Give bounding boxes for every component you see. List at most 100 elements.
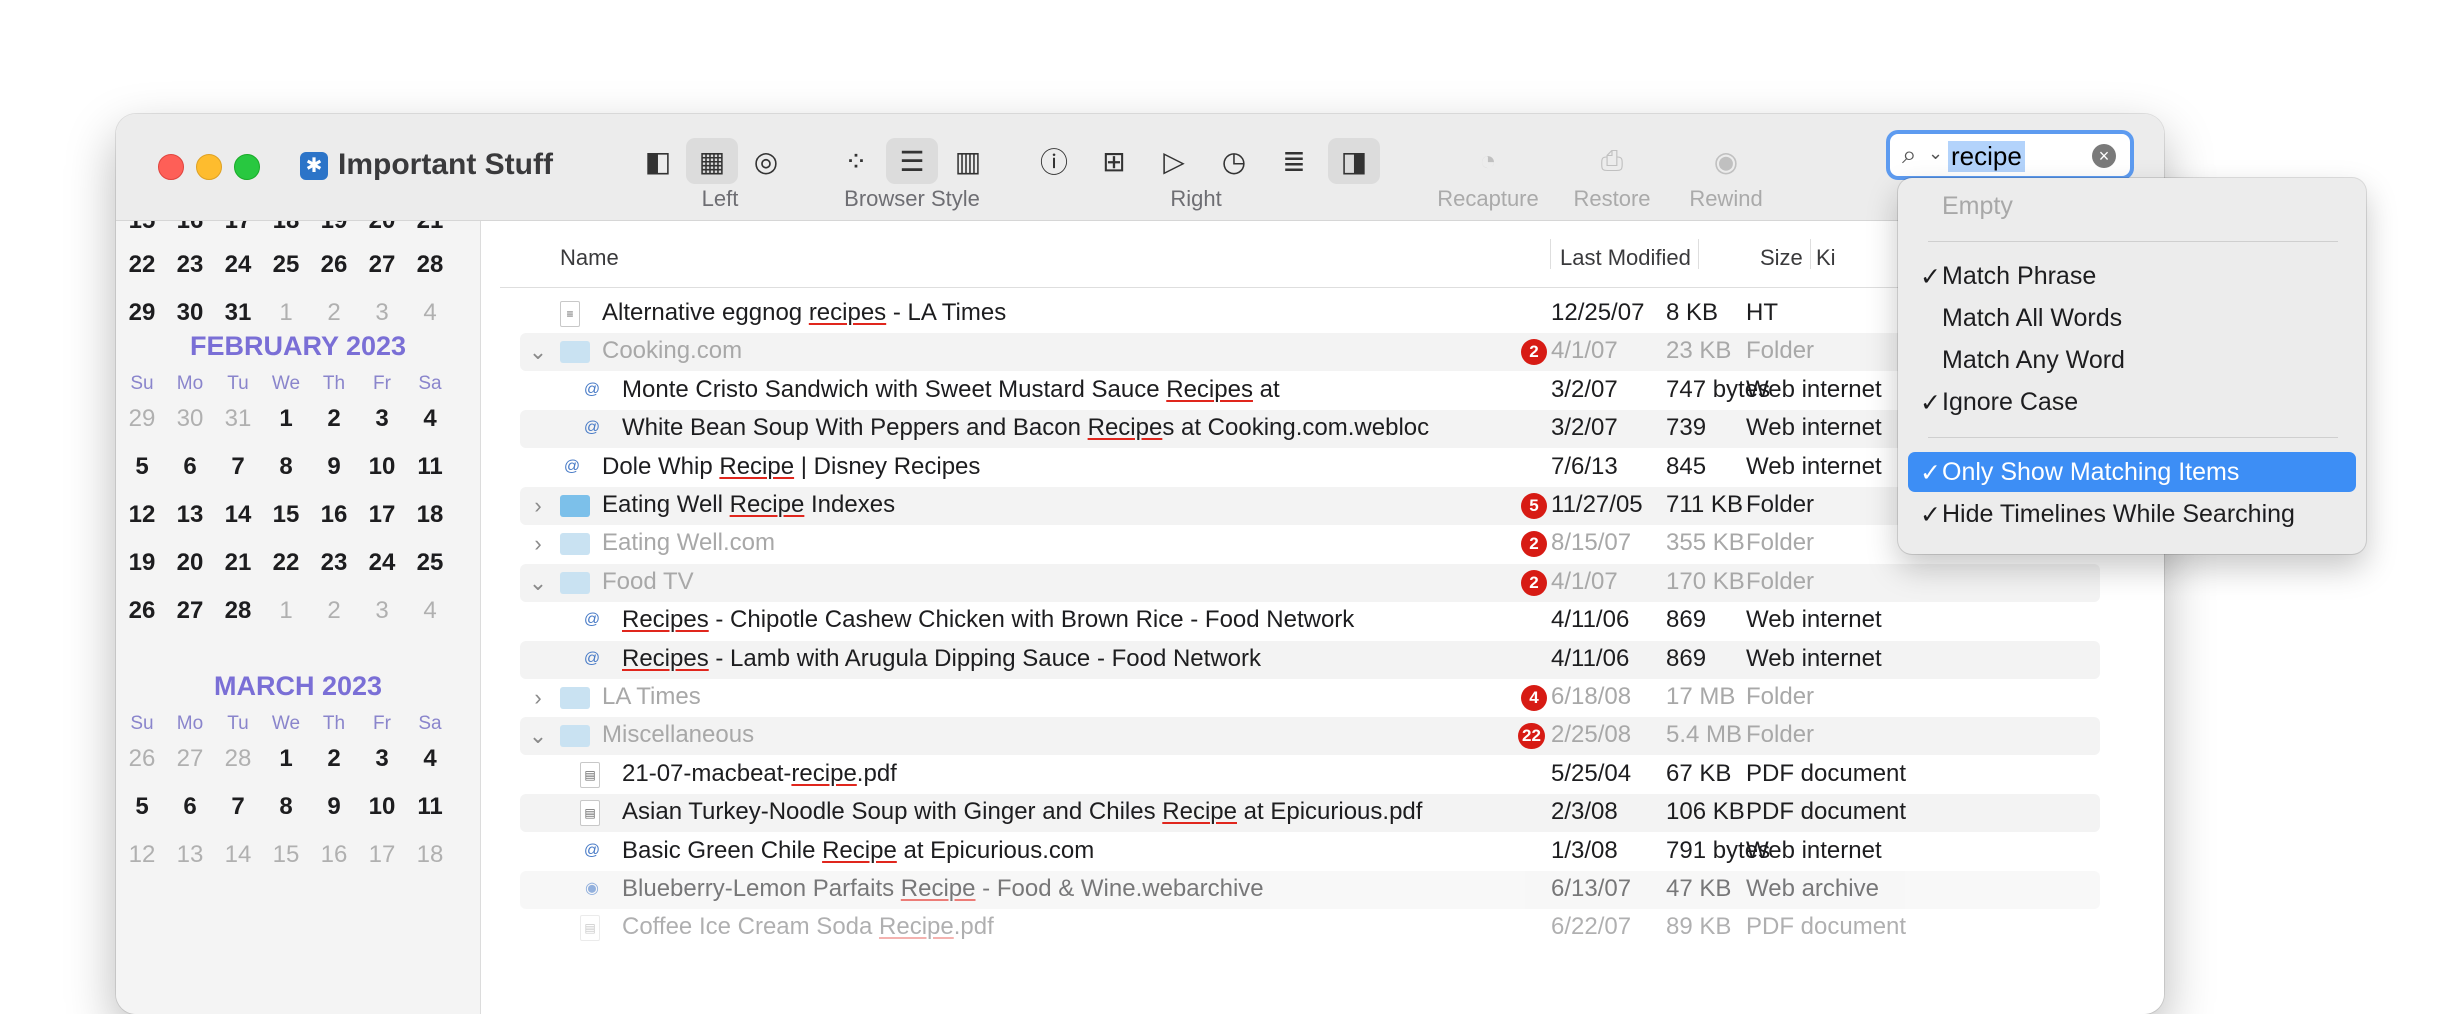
calendar-day[interactable]: 2 [310, 597, 358, 625]
menu-item-only-show-matching-items[interactable]: ✓ Only Show Matching Items [1908, 452, 2356, 492]
disclosure-collapsed-icon[interactable]: › [528, 685, 548, 711]
clear-search-icon[interactable]: × [2092, 144, 2116, 168]
sidebar-right-icon[interactable]: ◨ [1328, 138, 1380, 184]
calendar-day[interactable]: 22 [262, 549, 310, 577]
sidebar-left-icon[interactable]: ◧ [632, 138, 684, 184]
calendar-day[interactable]: 18 [406, 841, 454, 869]
calendar-day[interactable]: 22 [118, 251, 166, 279]
disclosure-expanded-icon[interactable]: ⌄ [528, 339, 548, 365]
capture-icon[interactable]: ◎ [740, 138, 792, 184]
calendar-day[interactable]: 27 [358, 251, 406, 279]
calendar-day[interactable]: 17 [214, 221, 262, 235]
calendar-day[interactable]: 10 [358, 793, 406, 821]
calendar-day[interactable]: 29 [118, 405, 166, 433]
calendar-day[interactable]: 3 [358, 405, 406, 433]
disclosure-collapsed-icon[interactable]: › [528, 493, 548, 519]
calendar-day[interactable]: 11 [406, 793, 454, 821]
list-view-icon[interactable]: ☰ [886, 138, 938, 184]
calendar-day[interactable]: 9 [310, 453, 358, 481]
calendar-day[interactable]: 28 [214, 745, 262, 773]
calendar-day[interactable]: 23 [166, 251, 214, 279]
table-row[interactable]: @ White Bean Soup With Peppers and Bacon … [520, 410, 2100, 449]
calendar-day[interactable]: 15 [262, 841, 310, 869]
table-row[interactable]: ⌄ Food TV 2 4/1/07 170 KB Folder [520, 563, 2100, 602]
calendar-day[interactable]: 29 [118, 299, 166, 327]
column-view-icon[interactable]: ▥ [942, 138, 994, 184]
table-row[interactable]: ⌄ Miscellaneous 22 2/25/08 5.4 MB Folder [520, 717, 2100, 756]
disclosure-collapsed-icon[interactable]: › [528, 531, 548, 557]
calendar-day[interactable]: 3 [358, 745, 406, 773]
calendar-day[interactable]: 5 [118, 453, 166, 481]
calendar-day[interactable]: 31 [214, 299, 262, 327]
calendar-day[interactable]: 5 [118, 793, 166, 821]
calendar-day[interactable]: 17 [358, 841, 406, 869]
recapture-icon[interactable]: ◔ [1462, 138, 1514, 184]
calendar-day[interactable]: 18 [262, 221, 310, 235]
calendar-day[interactable]: 15 [262, 501, 310, 529]
column-divider[interactable] [1698, 239, 1699, 269]
clock-icon[interactable]: ◷ [1208, 138, 1260, 184]
menu-item-match-any-word[interactable]: Match Any Word [1908, 340, 2356, 380]
zoom-window-button[interactable] [234, 154, 260, 180]
calendar-day[interactable]: 28 [214, 597, 262, 625]
info-icon[interactable]: ⓘ [1028, 138, 1080, 184]
menu-item-hide-timelines-while-searching[interactable]: ✓ Hide Timelines While Searching [1908, 494, 2356, 534]
calendar-day[interactable]: 17 [358, 501, 406, 529]
calendar-day[interactable]: 8 [262, 793, 310, 821]
calendar-day[interactable]: 4 [406, 299, 454, 327]
calendar-day[interactable]: 1 [262, 405, 310, 433]
column-size[interactable]: Size [1760, 245, 1803, 271]
calendar-day[interactable]: 16 [310, 841, 358, 869]
menu-item-match-all-words[interactable]: Match All Words [1908, 298, 2356, 338]
calendar-day[interactable]: 21 [406, 221, 454, 235]
table-row[interactable]: @ Dole Whip Recipe | Disney Recipes 7/6/13… [520, 449, 2100, 487]
calendar-day[interactable]: 11 [406, 453, 454, 481]
calendar-day[interactable]: 16 [310, 501, 358, 529]
calendar-day[interactable]: 27 [166, 597, 214, 625]
calendar-day[interactable]: 18 [406, 501, 454, 529]
calendar-day[interactable]: 6 [166, 793, 214, 821]
grid-icon[interactable]: ⊞ [1088, 138, 1140, 184]
calendar-day[interactable]: 10 [358, 453, 406, 481]
table-row[interactable]: @ Basic Green Chile Recipe at Epicurious.… [520, 833, 2100, 871]
calendar-day[interactable]: 20 [358, 221, 406, 235]
calendar-day[interactable]: 26 [118, 745, 166, 773]
calendar-day[interactable]: 14 [214, 501, 262, 529]
calendar-day[interactable]: 30 [166, 405, 214, 433]
calendar-day[interactable]: 26 [310, 251, 358, 279]
calendar-day[interactable]: 2 [310, 745, 358, 773]
calendar-day[interactable]: 23 [310, 549, 358, 577]
table-row[interactable]: ≡ Alternative eggnog recipes - LA Times 12… [520, 295, 2100, 333]
column-name[interactable]: Name [560, 245, 619, 271]
table-row[interactable]: ⌄ Cooking.com 2 4/1/07 23 KB Folder [520, 333, 2100, 372]
minimize-window-button[interactable] [196, 154, 222, 180]
disclosure-expanded-icon[interactable]: ⌄ [528, 723, 548, 749]
menu-item-ignore-case[interactable]: ✓ Ignore Case [1908, 382, 2356, 422]
close-window-button[interactable] [158, 154, 184, 180]
calendar-day[interactable]: 20 [166, 549, 214, 577]
calendar-day[interactable]: 4 [406, 405, 454, 433]
search-field[interactable]: ⌕ ⌄ recipe × [1886, 130, 2134, 180]
table-row[interactable]: @ Recipes - Lamb with Arugula Dipping Sau… [520, 640, 2100, 679]
calendar-day[interactable]: 12 [118, 501, 166, 529]
calendar-day[interactable]: 2 [310, 299, 358, 327]
calendar-day[interactable]: 12 [118, 841, 166, 869]
calendar-day[interactable]: 26 [118, 597, 166, 625]
calendar-day[interactable]: 8 [262, 453, 310, 481]
search-icon[interactable]: ⌕ [1902, 139, 1917, 171]
calendar-day[interactable]: 30 [166, 299, 214, 327]
table-row[interactable]: ▤ Asian Turkey-Noodle Soup with Ginger an… [520, 794, 2100, 833]
table-row[interactable]: ▤ Coffee Ice Cream Soda Recipe.pdf 6/22/07… [520, 909, 2100, 947]
calendar-day[interactable]: 1 [262, 745, 310, 773]
icon-view-icon[interactable]: ⁘ [830, 138, 882, 184]
column-divider[interactable] [1810, 239, 1811, 269]
menu-item-match-phrase[interactable]: ✓ Match Phrase [1908, 256, 2356, 296]
calendar-day[interactable]: 25 [406, 549, 454, 577]
disclosure-expanded-icon[interactable]: ⌄ [528, 570, 548, 596]
calendar-day[interactable]: 9 [310, 793, 358, 821]
calendar-day[interactable]: 1 [262, 597, 310, 625]
calendar-day[interactable]: 3 [358, 299, 406, 327]
calendar-day[interactable]: 24 [358, 549, 406, 577]
calendar-icon[interactable]: ▦ [686, 138, 738, 184]
table-row[interactable]: › Eating Well Recipe Indexes 5 11/27/05 711 … [520, 487, 2100, 525]
